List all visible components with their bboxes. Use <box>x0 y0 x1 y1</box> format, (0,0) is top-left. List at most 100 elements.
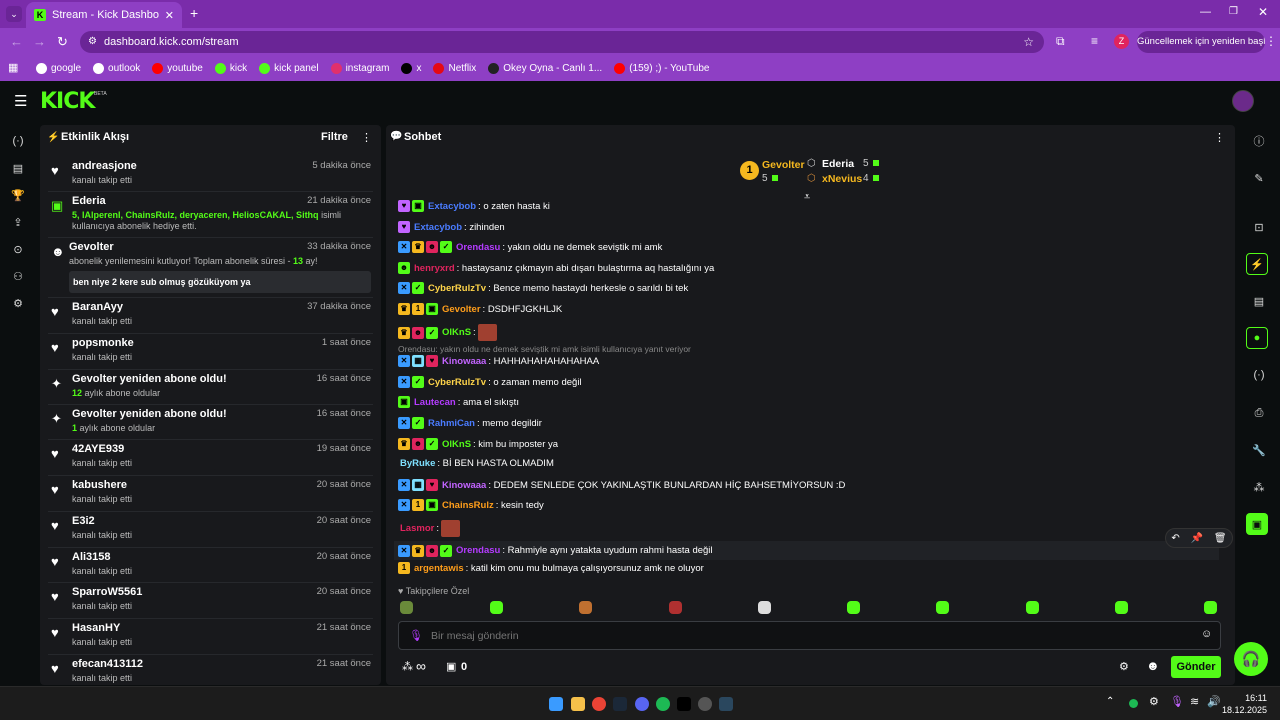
chat-input-box[interactable]: 🎙 ☺ <box>398 621 1221 650</box>
chrome-icon[interactable] <box>592 697 606 711</box>
emote-icon[interactable] <box>936 601 949 614</box>
activity-user[interactable]: BaranAyy <box>72 301 123 313</box>
file-explorer-icon[interactable] <box>571 697 585 711</box>
chat-username[interactable]: Lasmor <box>400 523 434 534</box>
chat-username[interactable]: OlKnS <box>442 327 471 338</box>
chat-username[interactable]: argentawis <box>414 563 464 574</box>
app-icon[interactable] <box>698 697 712 711</box>
wrench-icon[interactable]: 🔧 <box>1248 439 1270 461</box>
bookmark-item[interactable]: Netflix <box>433 63 476 74</box>
emote-shortcut-icon[interactable]: ☻ <box>1146 658 1160 673</box>
clock-date[interactable]: 18.12.2025 <box>1221 705 1267 715</box>
activity-lightning-icon[interactable]: ⚡ <box>1246 253 1268 275</box>
activity-user[interactable]: Ederia <box>72 195 106 207</box>
share-nodes-icon[interactable]: ⁂ <box>1248 476 1270 498</box>
reload-icon[interactable]: ↻ <box>57 34 68 50</box>
broadcast-icon[interactable]: (·) <box>1248 364 1270 386</box>
target-icon[interactable]: ⊙ <box>7 238 29 260</box>
bookmark-item[interactable]: google <box>36 63 81 74</box>
reply-icon[interactable]: ↶ <box>1171 533 1179 544</box>
chat-message[interactable]: ✕ ♛ ☻ ✓ Orendasu: Rahmiyle aynı yatakta uyud… <box>394 541 1219 560</box>
activity-kebab-icon[interactable]: ⋮ <box>361 131 372 144</box>
activity-user[interactable]: andreasjone <box>72 160 137 172</box>
emote-icon[interactable] <box>1115 601 1128 614</box>
activity-user[interactable]: Gevolter <box>69 241 114 253</box>
volume-icon[interactable]: 🔊 <box>1207 695 1221 708</box>
chat-message[interactable]: ✕ ▦ ♥ Kinowaaa: DEDEM SENLEDE ÇOK YAKINLAŞT… <box>398 479 845 491</box>
extension-icon[interactable]: ▣ <box>1246 513 1268 535</box>
chat-message[interactable]: ♥ Extacybob: zihinden <box>398 221 505 233</box>
chat-username[interactable]: Orendasu <box>456 242 500 253</box>
chat-username[interactable]: Orendasu <box>456 545 500 556</box>
activity-user[interactable]: efecan413112 <box>72 658 143 670</box>
chat-username[interactable]: ChainsRulz <box>442 500 494 511</box>
leader-1-name[interactable]: Gevolter <box>762 159 805 171</box>
capture-icon[interactable]: ⊡ <box>1248 216 1270 238</box>
chat-message[interactable]: ♥ ▣ Extacybob: o zaten hasta ki <box>398 200 550 212</box>
emote-icon[interactable] <box>1026 601 1039 614</box>
info-icon[interactable]: ⓘ <box>1248 130 1270 152</box>
emote-icon[interactable] <box>1204 601 1217 614</box>
chat-message[interactable]: ▣ Lautecan: ama el sıkıştı <box>398 396 519 408</box>
spotify-icon[interactable] <box>656 697 670 711</box>
emote-icon[interactable] <box>669 601 682 614</box>
filter-button[interactable]: Filtre <box>321 131 348 143</box>
bookmark-item[interactable]: (159) ;) - YouTube <box>614 63 709 74</box>
emote-icon[interactable] <box>490 601 503 614</box>
user-avatar[interactable] <box>1232 90 1254 112</box>
activity-user[interactable]: popsmonke <box>72 337 134 349</box>
bookmark-star-icon[interactable]: ☆ <box>1023 31 1034 53</box>
steam-icon[interactable] <box>613 697 627 711</box>
emote-icon[interactable] <box>579 601 592 614</box>
chat-username[interactable]: henryxrd <box>414 263 455 274</box>
emoji-picker-icon[interactable]: ☺ <box>1201 628 1212 640</box>
users-settings-icon[interactable]: ⚇ <box>7 265 29 287</box>
tray-spotify-icon[interactable] <box>1129 699 1138 708</box>
chat-message[interactable]: ✕ ✓ RahmiCan: memo degildir <box>398 417 542 429</box>
leader-3-name[interactable]: xNevius <box>822 173 862 185</box>
chat-message[interactable]: ✕ 1 ▣ ChainsRulz: kesin tedy <box>398 499 544 511</box>
chat-message[interactable]: ☻ henryxrd: hastaysanız çıkmayın abi dışa… <box>398 262 714 274</box>
trophy-icon[interactable]: 🏆 <box>7 184 29 206</box>
minimize-icon[interactable]: — <box>1200 6 1211 18</box>
bookmark-item[interactable]: kick <box>214 63 247 74</box>
chat-username[interactable]: OlKnS <box>442 439 471 450</box>
tray-chevron-icon[interactable]: ⌃ <box>1106 696 1114 707</box>
new-tab-icon[interactable]: + <box>190 5 198 21</box>
chat-username[interactable]: Lautecan <box>414 397 456 408</box>
chat-username[interactable]: Kinowaaa <box>442 356 486 367</box>
steam-active-icon[interactable] <box>719 697 733 711</box>
apps-grid-icon[interactable]: ▦ <box>8 61 18 74</box>
chat-username[interactable]: Extacybob <box>414 222 462 233</box>
back-icon[interactable]: ← <box>10 34 23 49</box>
printer-icon[interactable]: ⎙ <box>1248 402 1270 424</box>
tray-mic-icon[interactable]: 🎙 <box>1170 695 1184 708</box>
store-icon[interactable]: ▣ <box>446 660 456 673</box>
chat-username[interactable]: ByRuke <box>400 458 435 469</box>
chat-username[interactable]: CyberRulzTv <box>428 377 486 388</box>
tab-search-icon[interactable]: ⌄ <box>6 6 22 22</box>
chat-message[interactable]: ♛ 1 ▣ Gevolter: DSDHFJGKHLJK <box>398 303 562 315</box>
activity-user[interactable]: 42AYE939 <box>72 443 124 455</box>
document-icon[interactable]: ▤ <box>1248 290 1270 312</box>
stream-broadcast-icon[interactable]: (·) <box>7 130 29 152</box>
bookmark-item[interactable]: x <box>401 63 421 74</box>
upload-icon[interactable]: ⇪ <box>7 211 29 233</box>
chat-input[interactable] <box>431 627 1171 645</box>
chat-username[interactable]: RahmiCan <box>428 418 475 429</box>
site-info-icon[interactable]: ⚙ <box>88 31 97 53</box>
dashboard-icon[interactable]: ▤ <box>7 157 29 179</box>
chat-message[interactable]: ✕ ▦ ♥ Kinowaaa: HAHHAHAHAHAHAHAA <box>398 355 599 367</box>
chat-settings-icon[interactable]: ⚙ <box>1119 660 1129 673</box>
emote-icon[interactable] <box>847 601 860 614</box>
send-button[interactable]: Gönder <box>1171 656 1221 678</box>
chat-username[interactable]: Gevolter <box>442 304 481 315</box>
activity-user[interactable]: Ali3158 <box>72 551 111 563</box>
x-app-icon[interactable] <box>677 697 691 711</box>
leader-2-name[interactable]: Ederia <box>822 158 854 170</box>
bookmark-item[interactable]: Okey Oyna - Canlı 1... <box>488 63 602 74</box>
chat-message[interactable]: Lasmor: <box>398 520 460 537</box>
hamburger-menu-icon[interactable]: ☰ <box>14 92 27 110</box>
close-tab-icon[interactable]: ✕ <box>165 9 174 22</box>
menu-kebab-icon[interactable]: ⋮ <box>1265 34 1277 48</box>
